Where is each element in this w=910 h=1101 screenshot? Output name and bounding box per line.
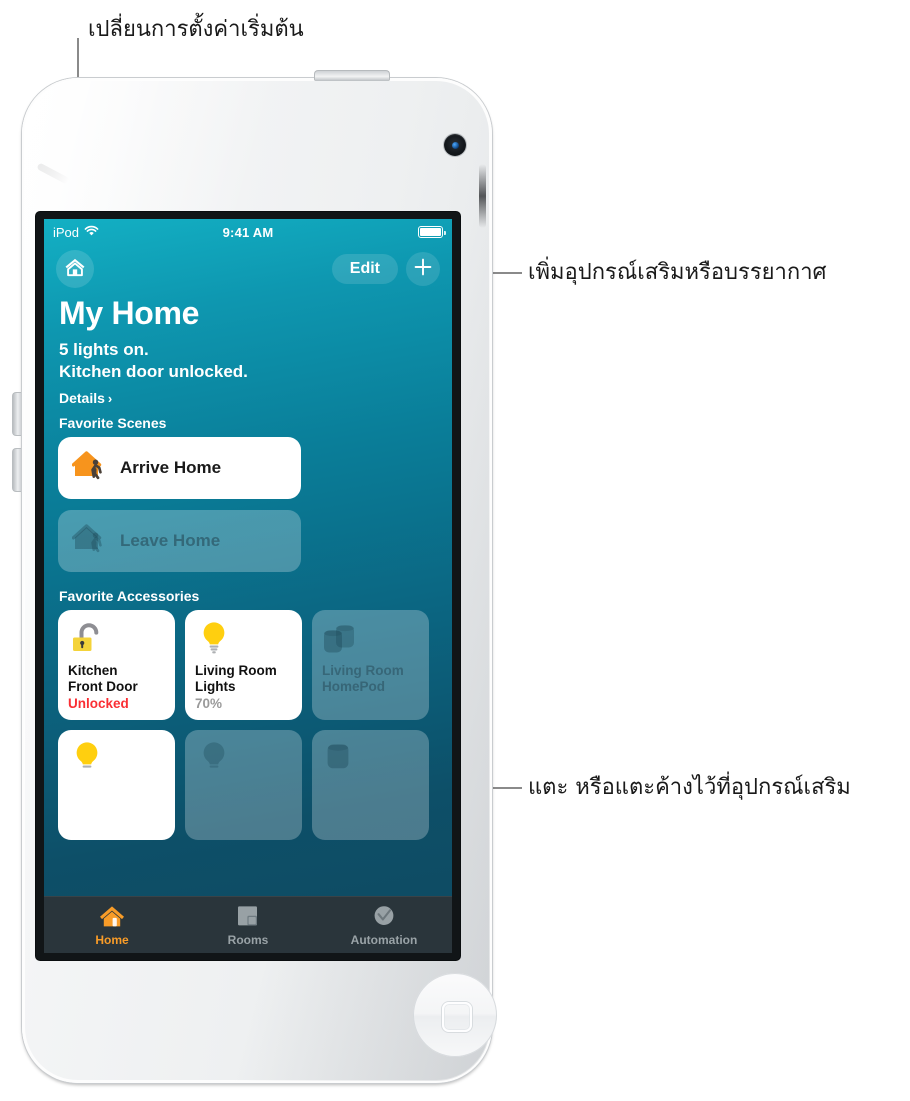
tab-label: Rooms xyxy=(227,932,269,947)
accessory-name: Kitchen Front Door xyxy=(68,663,138,695)
tab-home[interactable]: Home xyxy=(44,904,180,947)
app-screen: iPod 9:41 AM Edit My Home 5 lights on. K… xyxy=(44,219,452,953)
accessories-grid: Kitchen Front Door Unlocked Living Room … xyxy=(58,610,438,841)
navigation-bar: Edit xyxy=(44,245,452,293)
accessory-tile-row2-2[interactable] xyxy=(185,730,302,841)
details-link[interactable]: Details › xyxy=(59,390,438,406)
details-label: Details xyxy=(59,390,105,407)
home-settings-button[interactable] xyxy=(56,250,94,288)
scene-arrive-home[interactable]: Arrive Home xyxy=(58,437,301,500)
volume-up-button[interactable] xyxy=(12,392,21,436)
lightbulb-icon xyxy=(195,619,292,661)
homepod-icon xyxy=(322,619,419,661)
status-bar-time: 9:41 AM xyxy=(222,224,274,240)
battery-full-icon xyxy=(418,226,446,238)
device-rim-highlight-right xyxy=(479,164,486,228)
lightbulb-icon xyxy=(68,739,165,781)
device-rim-highlight-top-left xyxy=(36,162,70,185)
accessory-tile-living-room-homepod[interactable]: Living Room HomePod xyxy=(312,610,429,721)
homepod-icon xyxy=(322,739,419,781)
scene-leave-home[interactable]: Leave Home xyxy=(58,510,301,573)
power-button[interactable] xyxy=(314,70,390,81)
annotation-tap-or-press-accessory: แตะ หรือแตะค้างไว้ที่อุปกรณ์เสริม xyxy=(528,775,851,800)
accessory-name: Living Room Lights xyxy=(195,663,277,695)
house-walk-in-icon xyxy=(71,449,108,488)
house-icon xyxy=(64,257,86,282)
home-content: My Home 5 lights on. Kitchen door unlock… xyxy=(44,293,452,953)
accessory-name: Living Room HomePod xyxy=(322,663,404,695)
screenshot-stage: เปลี่ยนการตั้งค่าเริ่มต้น เพิ่มอุปกรณ์เส… xyxy=(0,0,910,1101)
lightbulb-icon xyxy=(195,739,292,781)
annotation-change-default-settings: เปลี่ยนการตั้งค่าเริ่มต้น xyxy=(88,17,304,42)
house-walk-out-icon xyxy=(71,522,108,561)
tab-label: Home xyxy=(95,932,129,947)
plus-icon xyxy=(413,257,433,282)
tab-label: Automation xyxy=(350,932,418,947)
edit-button[interactable]: Edit xyxy=(331,254,398,284)
house-icon xyxy=(99,904,125,931)
front-camera-icon xyxy=(444,134,466,156)
status-line-door: Kitchen door unlocked. xyxy=(59,362,248,382)
screen-bezel: iPod 9:41 AM Edit My Home 5 lights on. K… xyxy=(36,212,460,960)
tab-bar: Home Rooms Automation xyxy=(44,896,452,953)
status-bar: iPod 9:41 AM xyxy=(44,219,452,245)
accessory-tile-living-room-lights[interactable]: Living Room Lights 70% xyxy=(185,610,302,721)
page-title: My Home xyxy=(59,295,200,331)
accessory-tile-kitchen-front-door[interactable]: Kitchen Front Door Unlocked xyxy=(58,610,175,721)
chevron-right-icon: › xyxy=(107,390,113,406)
tab-automation[interactable]: Automation xyxy=(316,904,452,947)
status-line-lights: 5 lights on. xyxy=(59,339,149,359)
home-button[interactable] xyxy=(413,973,497,1057)
section-title-favorite-accessories: Favorite Accessories xyxy=(59,588,200,605)
section-title-favorite-scenes: Favorite Scenes xyxy=(59,415,167,432)
unlocked-padlock-icon xyxy=(68,619,165,661)
volume-down-button[interactable] xyxy=(12,448,21,492)
navigation-bar-actions: Edit xyxy=(331,252,440,286)
scene-label: Leave Home xyxy=(120,531,221,551)
status-bar-right xyxy=(418,226,446,238)
add-button[interactable] xyxy=(406,252,440,286)
rooms-grid-icon xyxy=(235,904,261,931)
accessory-state: 70% xyxy=(195,696,223,712)
accessory-tile-row2-1[interactable] xyxy=(58,730,175,841)
annotation-add-accessory-or-scene: เพิ่มอุปกรณ์เสริมหรือบรรยากาศ xyxy=(528,260,827,285)
tab-rooms[interactable]: Rooms xyxy=(180,904,316,947)
accessory-state: Unlocked xyxy=(68,696,129,712)
scene-label: Arrive Home xyxy=(120,458,222,478)
accessory-tile-row2-3[interactable] xyxy=(312,730,429,841)
clock-check-icon xyxy=(371,904,397,931)
